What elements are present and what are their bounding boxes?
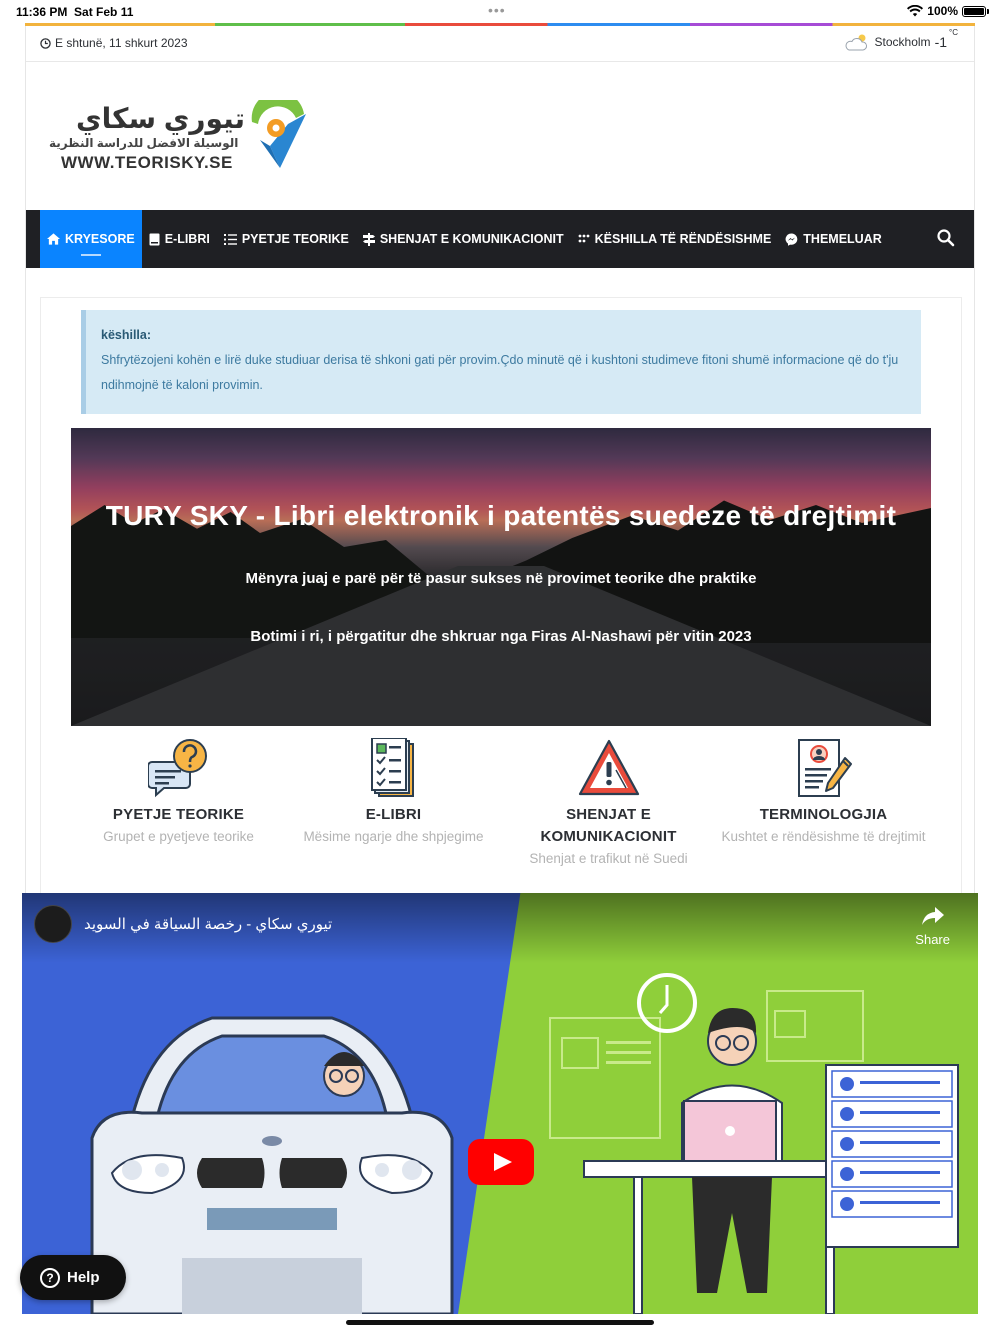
weather-temp: -1°C [934,28,958,50]
feature-shenjat[interactable]: SHENJAT E KOMUNIKACIONIT Shenjat e trafi… [501,738,716,869]
nav-item-e-libri[interactable]: E-LIBRI [142,210,217,268]
date-text: E shtunë, 11 shkurt 2023 [55,36,188,50]
logo-pin-icon [251,100,306,168]
temp-unit: °C [949,28,958,38]
home-indicator[interactable] [346,1320,654,1325]
feature-e-libri[interactable]: E-LIBRI Mësime ngarje dhe shpjegime [286,738,501,847]
nav-item-themeluar[interactable]: THEMELUAR [778,210,888,268]
feature-pyetje-teorike[interactable]: PYETJE TEORIKE Grupet e pyetjeve teorike [71,738,286,847]
feature-subtitle: Grupet e pyetjeve teorike [103,829,254,844]
search-icon[interactable] [936,228,956,248]
weather-widget: Stockholm -1°C [843,28,958,52]
play-button[interactable] [468,1139,534,1185]
hero-title: TURY SKY - Libri elektronik i patentës s… [105,500,897,531]
status-right: 100% [907,4,989,18]
top-bar: E shtunë, 11 shkurt 2023 Stockholm -1°C [26,26,974,62]
nav-item-pyetje-teorike[interactable]: PYETJE TEORIKE [217,210,356,268]
status-time: 11:36 PM Sat Feb 11 [16,5,134,19]
nav-label: KRYESORE [65,232,135,246]
question-icon: ? [40,1267,60,1288]
channel-avatar[interactable] [34,905,72,943]
feature-terminologjia[interactable]: TERMINOLOGJIA Kushtet e rëndësishme të d… [716,738,931,847]
tip-title: këshilla: [101,328,152,342]
partly-cloudy-icon [845,34,867,51]
feature-title: PYETJE TEORIKE [112,806,245,823]
share-icon [921,907,944,925]
checklist-doc-icon [370,738,414,797]
feature-title: SHENJAT E KOMUNIKACIONIT [540,806,677,845]
nav-item-shenjat[interactable]: SHENJAT E KOMUNIKACIONIT [356,210,571,268]
feature-title: TERMINOLOGJIA [759,806,888,823]
battery-icon [962,5,989,17]
feature-subtitle: Mësime ngarje dhe shpjegime [303,829,484,844]
ios-status-bar: 11:36 PM Sat Feb 11 ••• 100% [0,0,1000,24]
weather-city: Stockholm [874,35,931,49]
video-title[interactable]: تيوري سكاي - رخصة السياقة في السويد [84,915,332,933]
help-label: Help [67,1269,100,1286]
features-row: PYETJE TEORIKE Grupet e pyetjeve teorike… [41,738,963,898]
book-icon [149,233,160,245]
wifi-icon [907,5,924,17]
warning-sign-icon [578,739,639,796]
document-pencil-icon [797,739,852,797]
hero-subtitle-1: Mënyra juaj e parë për të pasur sukses n… [245,570,757,587]
question-chat-icon [147,739,207,798]
list-icon [223,233,237,245]
battery-percent: 100% [927,4,958,18]
feature-subtitle: Kushtet e rëndësishme të drejtimit [721,829,926,844]
multitasking-dots-icon[interactable]: ••• [488,2,506,18]
hero-banner: TURY SKY - Libri elektronik i patentës s… [71,428,931,726]
dots-icon [578,234,590,243]
messenger-icon [785,233,798,246]
share-label: Share [915,932,950,947]
nav-item-kryesore[interactable]: KRYESORE [40,210,142,268]
tip-box: këshilla: Shfrytëzojeni kohën e lirë duk… [81,310,921,414]
signpost-icon [362,232,375,246]
clock-icon [40,37,51,49]
nav-label: SHENJAT E KOMUNIKACIONIT [379,232,564,246]
main-nav: KRYESORE E-LIBRI PYETJE TEORIKE SHENJAT … [26,210,974,268]
logo-arabic-text: تيوري سكاي [76,103,246,134]
tip-text: Shfrytëzojeni kohën e lirë duke studiuar… [101,353,899,392]
logo-arabic-tagline: الوسيلة الافضل للدراسة النظرية [49,136,239,150]
share-button[interactable]: Share [915,907,950,947]
nav-label: KËSHILLA TË RËNDËSISHME [594,232,772,246]
home-icon [47,233,60,245]
youtube-video-embed[interactable]: تيوري سكاي - رخصة السياقة في السويد Shar… [22,893,978,1314]
student-illustration [549,973,959,1314]
nav-label: PYETJE TEORIKE [241,232,349,246]
nav-item-keshilla[interactable]: KËSHILLA TË RËNDËSISHME [571,210,779,268]
nav-label: THEMELUAR [803,232,882,246]
nav-label: E-LIBRI [164,232,210,246]
content-box: këshilla: Shfrytëzojeni kohën e lirë duk… [40,297,962,897]
hero-subtitle-2: Botimi i ri, i përgatitur dhe shkruar ng… [250,628,752,645]
feature-title: E-LIBRI [365,806,422,823]
logo-url: WWW.TEORISKY.SE [61,153,233,172]
car-illustration [90,1016,454,1314]
feature-subtitle: Shenjat e trafikut në Suedi [529,851,688,866]
site-logo[interactable]: تيوري سكاي الوسيلة الافضل للدراسة النظري… [46,96,306,186]
help-button[interactable]: ? Help [20,1255,126,1300]
current-date: E shtunë, 11 shkurt 2023 [40,36,188,50]
